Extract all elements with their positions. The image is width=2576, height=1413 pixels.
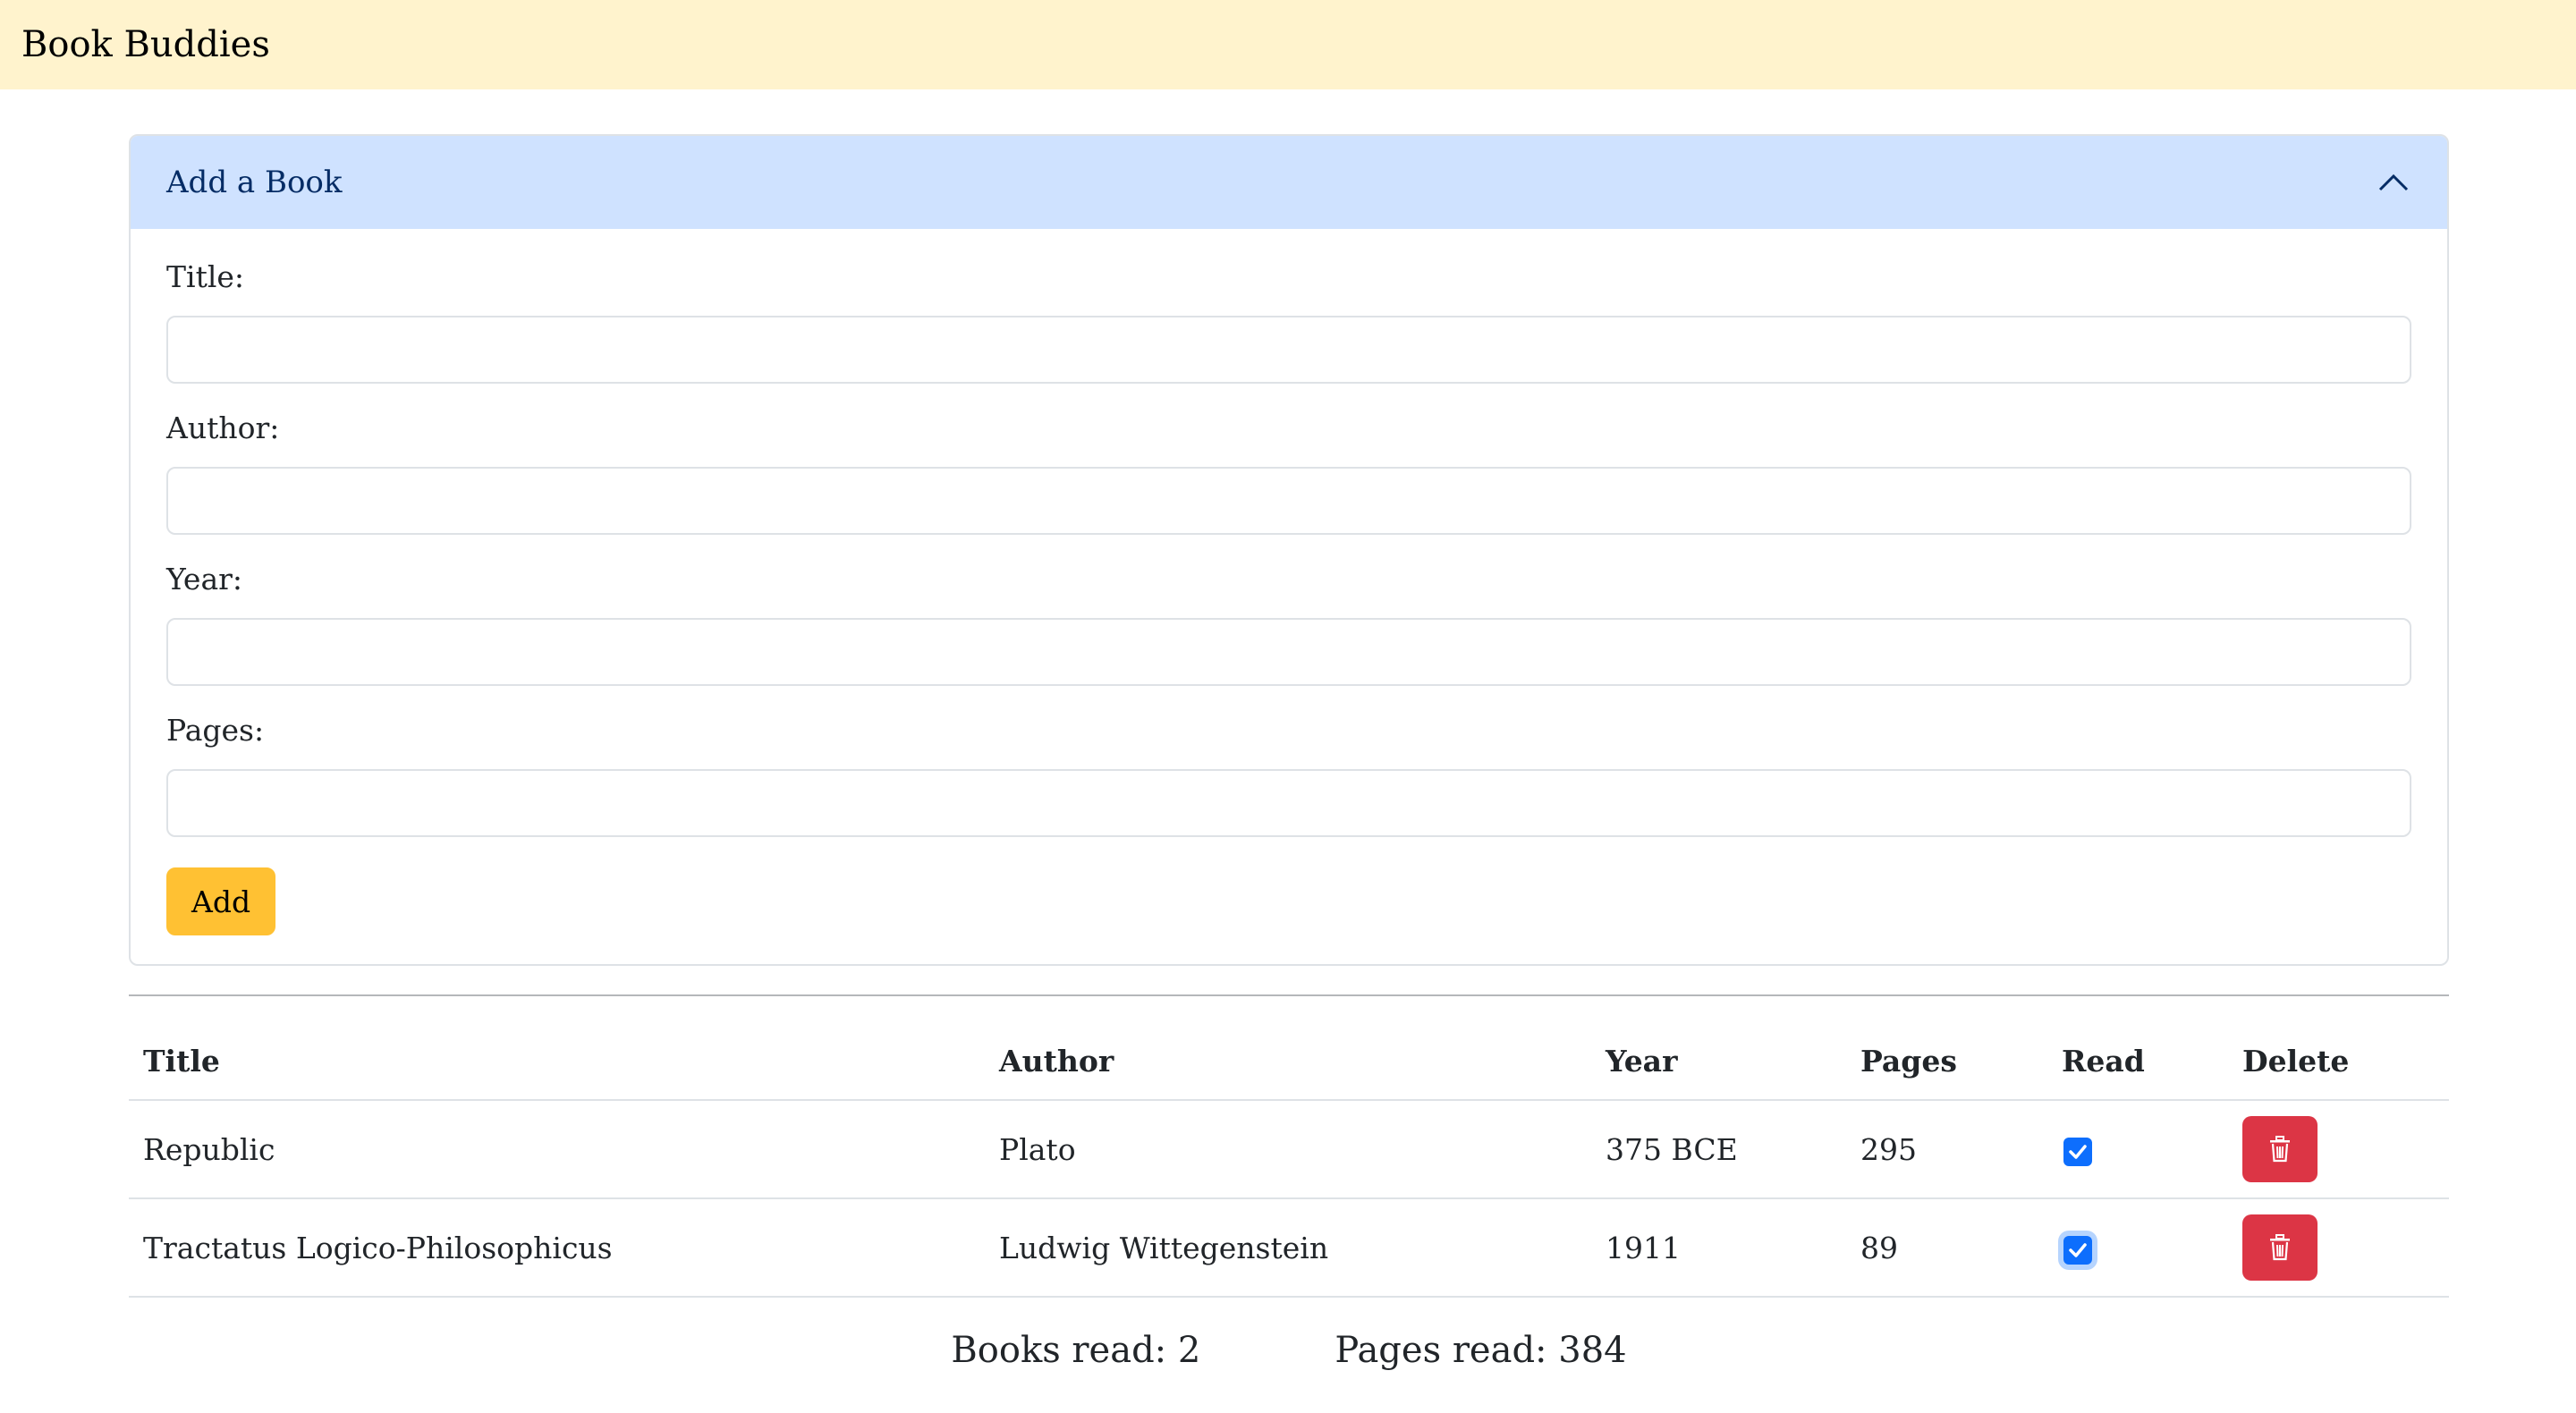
read-checkbox[interactable]: [2063, 1235, 2092, 1265]
read-checkbox[interactable]: [2063, 1137, 2092, 1166]
year-input[interactable]: [166, 618, 2411, 686]
pages-input[interactable]: [166, 769, 2411, 837]
app-title: Book Buddies: [21, 24, 270, 65]
divider: [129, 994, 2449, 996]
pages-group: Pages:: [166, 713, 2411, 837]
book-title: Republic: [129, 1100, 985, 1199]
year-group: Year:: [166, 562, 2411, 686]
accordion-toggle[interactable]: Add a Book: [131, 136, 2447, 229]
checkmark-icon: [2069, 1144, 2087, 1159]
table-row: Republic Plato 375 BCE 295: [129, 1100, 2449, 1199]
app-header: Book Buddies: [0, 0, 2576, 89]
header-author: Author: [985, 1023, 1591, 1101]
read-cell: [2047, 1198, 2228, 1298]
book-year: 1911: [1591, 1198, 1846, 1298]
main-container: Add a Book Title: Author: Year: Pages: A…: [129, 134, 2449, 1371]
trash-icon: [2270, 1234, 2290, 1261]
title-label: Title:: [166, 259, 245, 294]
author-input[interactable]: [166, 467, 2411, 535]
year-label: Year:: [166, 562, 243, 597]
delete-button[interactable]: [2242, 1214, 2318, 1281]
header-title: Title: [129, 1023, 985, 1101]
table-row: Tractatus Logico-Philosophicus Ludwig Wi…: [129, 1198, 2449, 1298]
table-header-row: Title Author Year Pages Read Delete: [129, 1023, 2449, 1101]
reading-summary: Books read: 2 Pages read: 384: [129, 1330, 2449, 1371]
accordion-title: Add a Book: [166, 165, 343, 200]
delete-button[interactable]: [2242, 1116, 2318, 1182]
title-input[interactable]: [166, 316, 2411, 384]
add-book-accordion: Add a Book Title: Author: Year: Pages: A…: [129, 134, 2449, 966]
chevron-up-icon: [2376, 165, 2411, 200]
header-delete: Delete: [2228, 1023, 2449, 1101]
book-title: Tractatus Logico-Philosophicus: [129, 1198, 985, 1298]
add-book-form: Title: Author: Year: Pages: Add: [131, 229, 2447, 964]
author-label: Author:: [166, 410, 280, 445]
delete-cell: [2228, 1198, 2449, 1298]
author-group: Author:: [166, 410, 2411, 535]
trash-icon: [2270, 1136, 2290, 1163]
title-group: Title:: [166, 259, 2411, 384]
book-pages: 295: [1846, 1100, 2047, 1199]
header-pages: Pages: [1846, 1023, 2047, 1101]
pages-label: Pages:: [166, 713, 265, 748]
header-read: Read: [2047, 1023, 2228, 1101]
add-button[interactable]: Add: [166, 867, 276, 935]
delete-cell: [2228, 1100, 2449, 1199]
books-table: Title Author Year Pages Read Delete Repu…: [129, 1023, 2449, 1298]
book-author: Plato: [985, 1100, 1591, 1199]
book-author: Ludwig Wittegenstein: [985, 1198, 1591, 1298]
pages-read-count: Pages read: 384: [1335, 1330, 1627, 1371]
book-pages: 89: [1846, 1198, 2047, 1298]
book-year: 375 BCE: [1591, 1100, 1846, 1199]
read-cell: [2047, 1100, 2228, 1199]
books-read-count: Books read: 2: [951, 1330, 1201, 1371]
checkmark-icon: [2069, 1242, 2087, 1257]
header-year: Year: [1591, 1023, 1846, 1101]
